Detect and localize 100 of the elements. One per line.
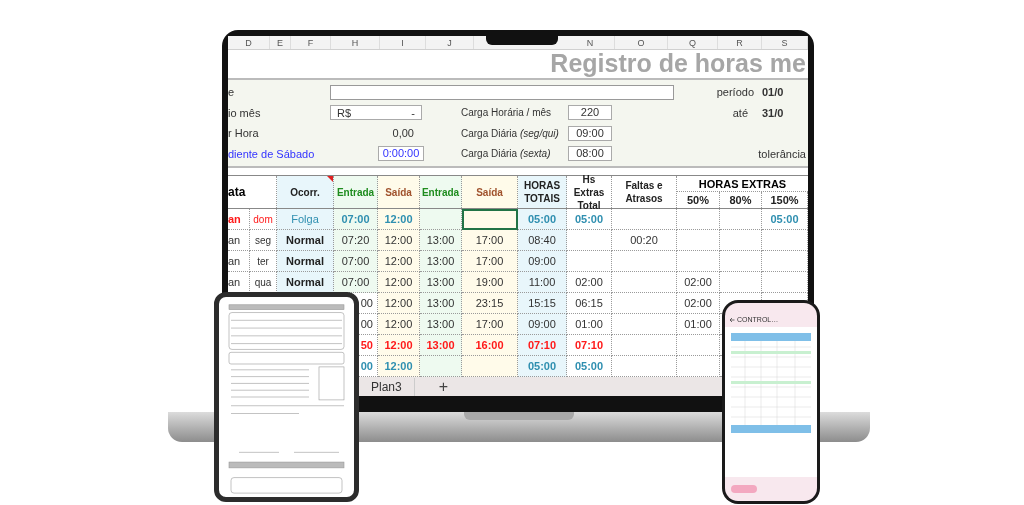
- column-header: HORAS EXTRAS: [677, 176, 808, 192]
- table-cell[interactable]: 12:00: [378, 293, 420, 314]
- table-cell[interactable]: 07:00: [334, 272, 378, 293]
- table-cell[interactable]: 13:00: [420, 230, 462, 251]
- table-cell[interactable]: 17:00: [462, 230, 518, 251]
- column-letter[interactable]: E: [270, 36, 291, 49]
- table-cell[interactable]: [567, 230, 612, 251]
- column-letter[interactable]: R: [718, 36, 762, 49]
- table-cell[interactable]: [612, 314, 677, 335]
- table-cell[interactable]: [612, 293, 677, 314]
- column-letter[interactable]: S: [762, 36, 808, 49]
- table-cell[interactable]: 02:00: [677, 293, 720, 314]
- table-cell[interactable]: 12:00: [378, 314, 420, 335]
- table-cell[interactable]: 07:20: [334, 230, 378, 251]
- table-cell[interactable]: Normal: [277, 251, 334, 272]
- table-cell[interactable]: [677, 335, 720, 356]
- column-letter[interactable]: Q: [668, 36, 718, 49]
- table-cell[interactable]: 17:00: [462, 251, 518, 272]
- column-letter[interactable]: I: [380, 36, 426, 49]
- table-cell[interactable]: [720, 230, 762, 251]
- table-cell[interactable]: Normal: [277, 230, 334, 251]
- table-cell[interactable]: 06:15: [567, 293, 612, 314]
- table-cell[interactable]: [612, 209, 677, 230]
- table-cell[interactable]: 02:00: [677, 272, 720, 293]
- weekday-cell-text: ter: [257, 254, 269, 269]
- table-cell[interactable]: Folga: [277, 209, 334, 230]
- table-cell[interactable]: 19:00: [462, 272, 518, 293]
- table-cell[interactable]: [720, 251, 762, 272]
- table-cell[interactable]: [420, 209, 462, 230]
- table-cell[interactable]: Normal: [277, 272, 334, 293]
- table-cell[interactable]: [720, 272, 762, 293]
- table-cell[interactable]: 12:00: [378, 251, 420, 272]
- table-cell[interactable]: [762, 272, 808, 293]
- field-label: Carga Horária / mês: [461, 106, 553, 121]
- column-header: 150%: [762, 192, 808, 208]
- table-cell[interactable]: 02:00: [567, 272, 612, 293]
- column-letter[interactable]: H: [331, 36, 380, 49]
- table-cell[interactable]: 05:00: [567, 356, 612, 377]
- table-cell[interactable]: 13:00: [420, 314, 462, 335]
- table-cell[interactable]: 07:10: [518, 335, 567, 356]
- table-cell[interactable]: 13:00: [420, 293, 462, 314]
- field-value: 31/0: [762, 105, 785, 121]
- table-cell[interactable]: 23:15: [462, 293, 518, 314]
- table-cell[interactable]: 07:10: [567, 335, 612, 356]
- table-cell[interactable]: [677, 209, 720, 230]
- input-field[interactable]: 0:00:00: [378, 146, 424, 162]
- table-cell[interactable]: [567, 251, 612, 272]
- table-cell[interactable]: [612, 251, 677, 272]
- table-cell[interactable]: 15:15: [518, 293, 567, 314]
- table-cell[interactable]: 07:00: [334, 251, 378, 272]
- back-arrow-icon[interactable]: [729, 317, 735, 323]
- table-cell[interactable]: 12:00: [378, 272, 420, 293]
- sheet-tab-pill[interactable]: [731, 485, 757, 493]
- day-cell-text: an: [228, 253, 241, 269]
- column-letter[interactable]: O: [615, 36, 668, 49]
- table-cell[interactable]: [612, 335, 677, 356]
- table-cell[interactable]: 16:00: [462, 335, 518, 356]
- table-cell[interactable]: 13:00: [420, 272, 462, 293]
- table-cell[interactable]: 13:00: [420, 251, 462, 272]
- table-cell[interactable]: 09:00: [518, 251, 567, 272]
- table-cell[interactable]: 11:00: [518, 272, 567, 293]
- table-cell[interactable]: [612, 356, 677, 377]
- table-cell[interactable]: 17:00: [462, 314, 518, 335]
- table-cell[interactable]: [462, 356, 518, 377]
- day-cell-text: an: [228, 232, 241, 248]
- table-cell-text: 50: [360, 337, 373, 353]
- table-cell[interactable]: 09:00: [518, 314, 567, 335]
- table-cell[interactable]: [720, 209, 762, 230]
- table-cell[interactable]: [677, 251, 720, 272]
- table-cell[interactable]: [762, 230, 808, 251]
- table-cell[interactable]: 05:00: [567, 209, 612, 230]
- selected-cell[interactable]: [462, 209, 518, 230]
- add-sheet-button[interactable]: +: [438, 378, 449, 395]
- table-cell[interactable]: 01:00: [567, 314, 612, 335]
- table-cell[interactable]: 12:00: [378, 356, 420, 377]
- sheet-title: Registro de horas me: [550, 48, 806, 80]
- table-cell[interactable]: [677, 230, 720, 251]
- table-cell[interactable]: 13:00: [420, 335, 462, 356]
- table-cell[interactable]: 08:40: [518, 230, 567, 251]
- table-cell[interactable]: [677, 356, 720, 377]
- table-cell[interactable]: 12:00: [378, 335, 420, 356]
- table-cell[interactable]: 07:00: [334, 209, 378, 230]
- name-input-field[interactable]: [330, 84, 674, 100]
- column-letter[interactable]: J: [426, 36, 474, 49]
- table-cell[interactable]: 12:00: [378, 209, 420, 230]
- table-cell[interactable]: 05:00: [762, 209, 808, 230]
- table-cell[interactable]: [612, 272, 677, 293]
- field-label: r Hora: [228, 126, 260, 141]
- salary-input-field[interactable]: R$ -: [330, 105, 422, 121]
- column-letter[interactable]: D: [228, 36, 270, 49]
- input-field[interactable]: 08:00: [568, 146, 612, 162]
- table-cell[interactable]: [420, 356, 462, 377]
- table-cell[interactable]: [762, 251, 808, 272]
- column-letter[interactable]: F: [291, 36, 331, 49]
- table-cell[interactable]: 00:20: [612, 230, 677, 251]
- table-cell[interactable]: 12:00: [378, 230, 420, 251]
- column-letter[interactable]: N: [566, 36, 615, 49]
- input-field[interactable]: 09:00: [568, 125, 612, 141]
- input-field[interactable]: 220: [568, 105, 612, 121]
- table-cell[interactable]: 01:00: [677, 314, 720, 335]
